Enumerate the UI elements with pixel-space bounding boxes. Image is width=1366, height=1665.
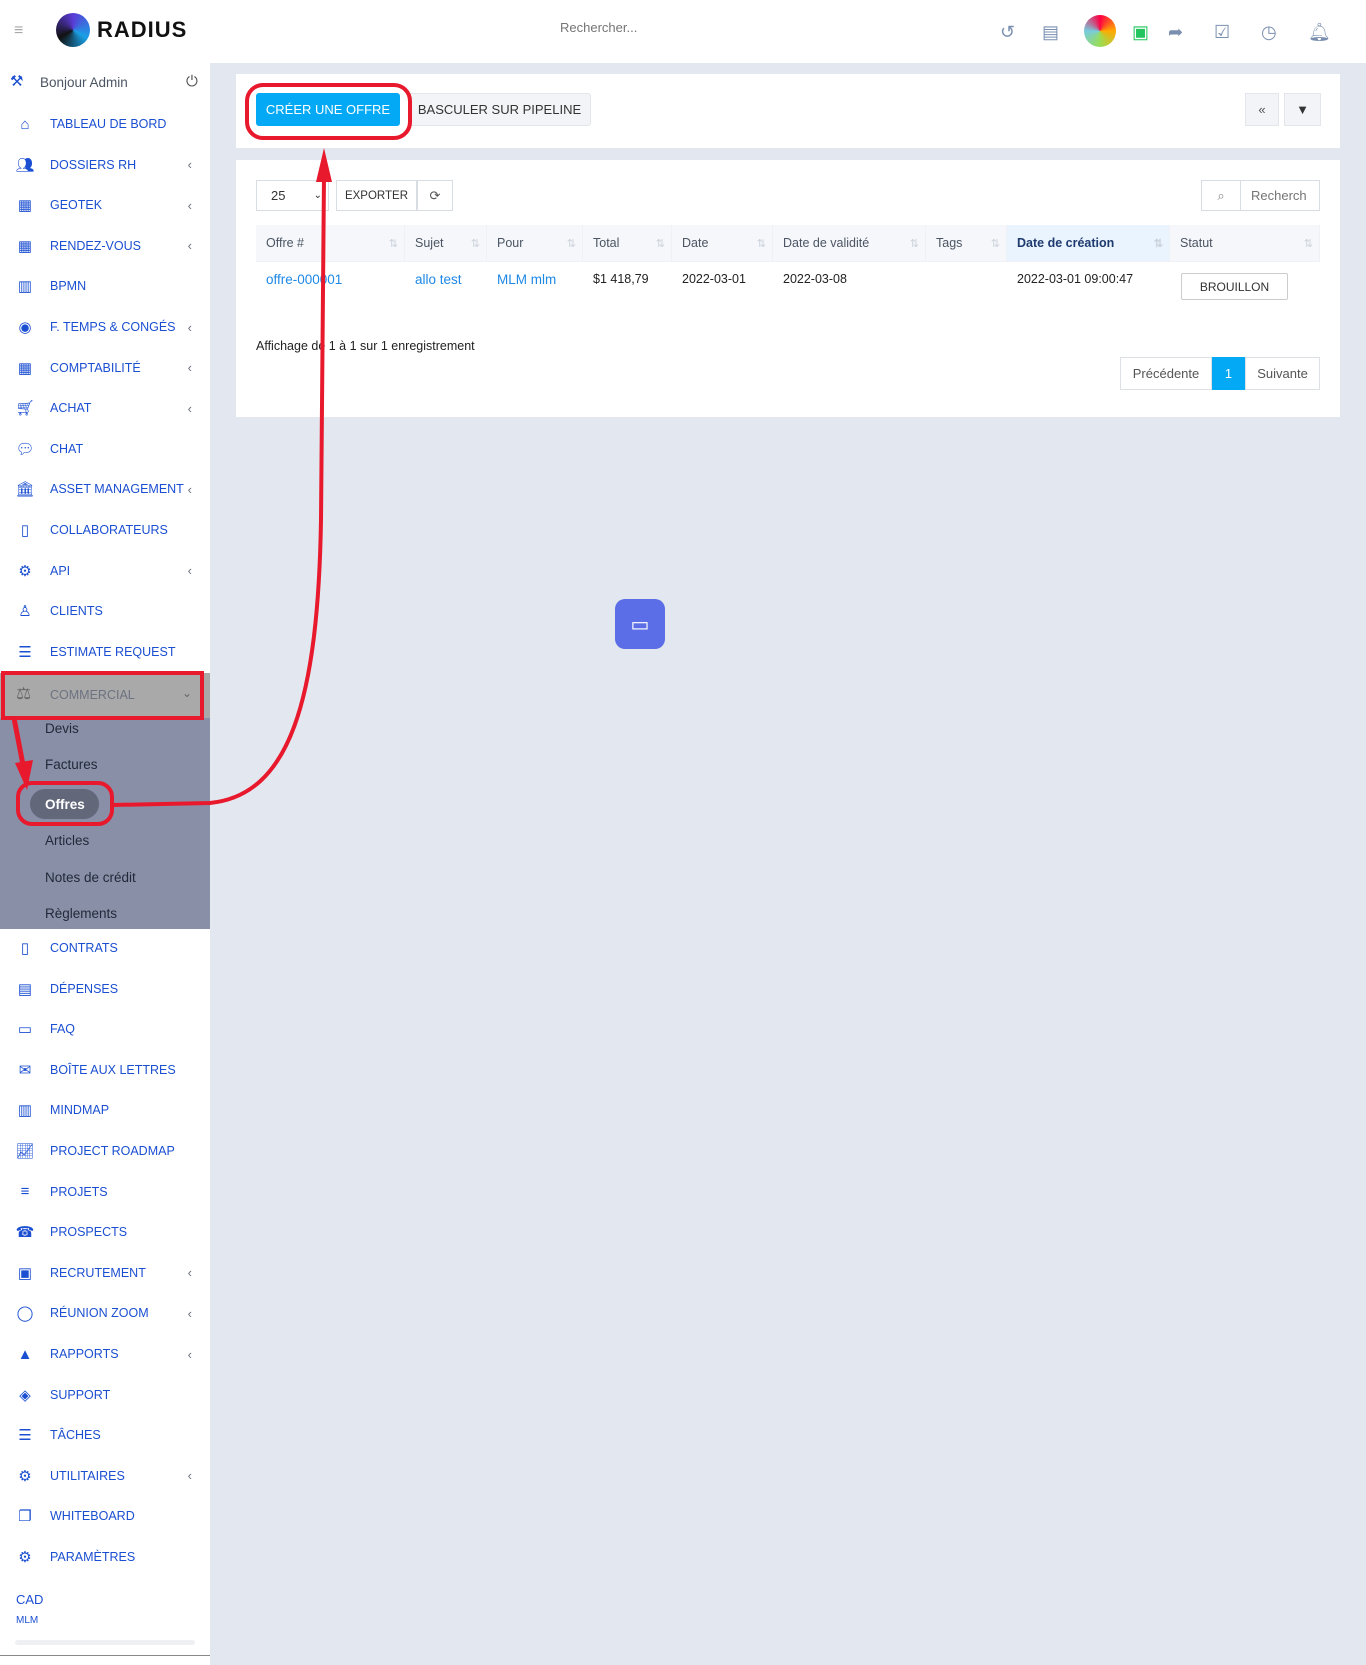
annotation-overlay [1,83,412,826]
annotation-arrowhead [316,148,332,182]
annotation-box-commercial [1,671,204,720]
annotation-circle-create [245,83,412,140]
annotation-curve-arrow [111,174,326,807]
annotation-circle-offres [16,781,114,826]
